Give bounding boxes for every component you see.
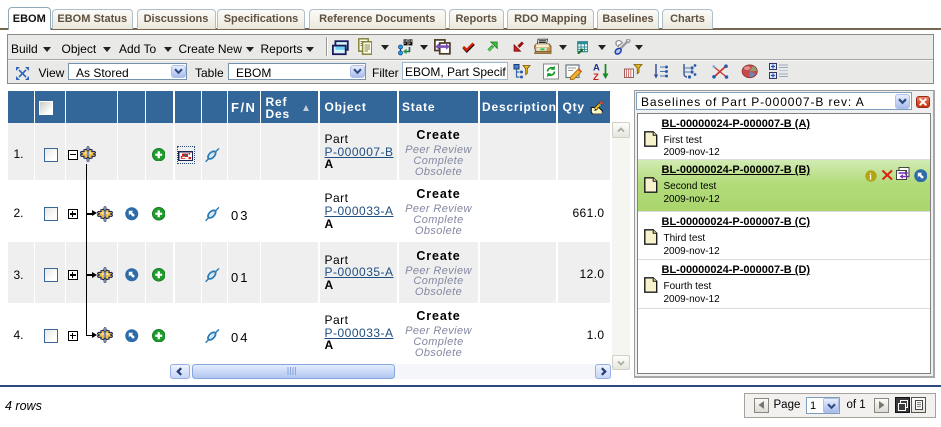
svg-text:Z: Z [593, 72, 599, 81]
